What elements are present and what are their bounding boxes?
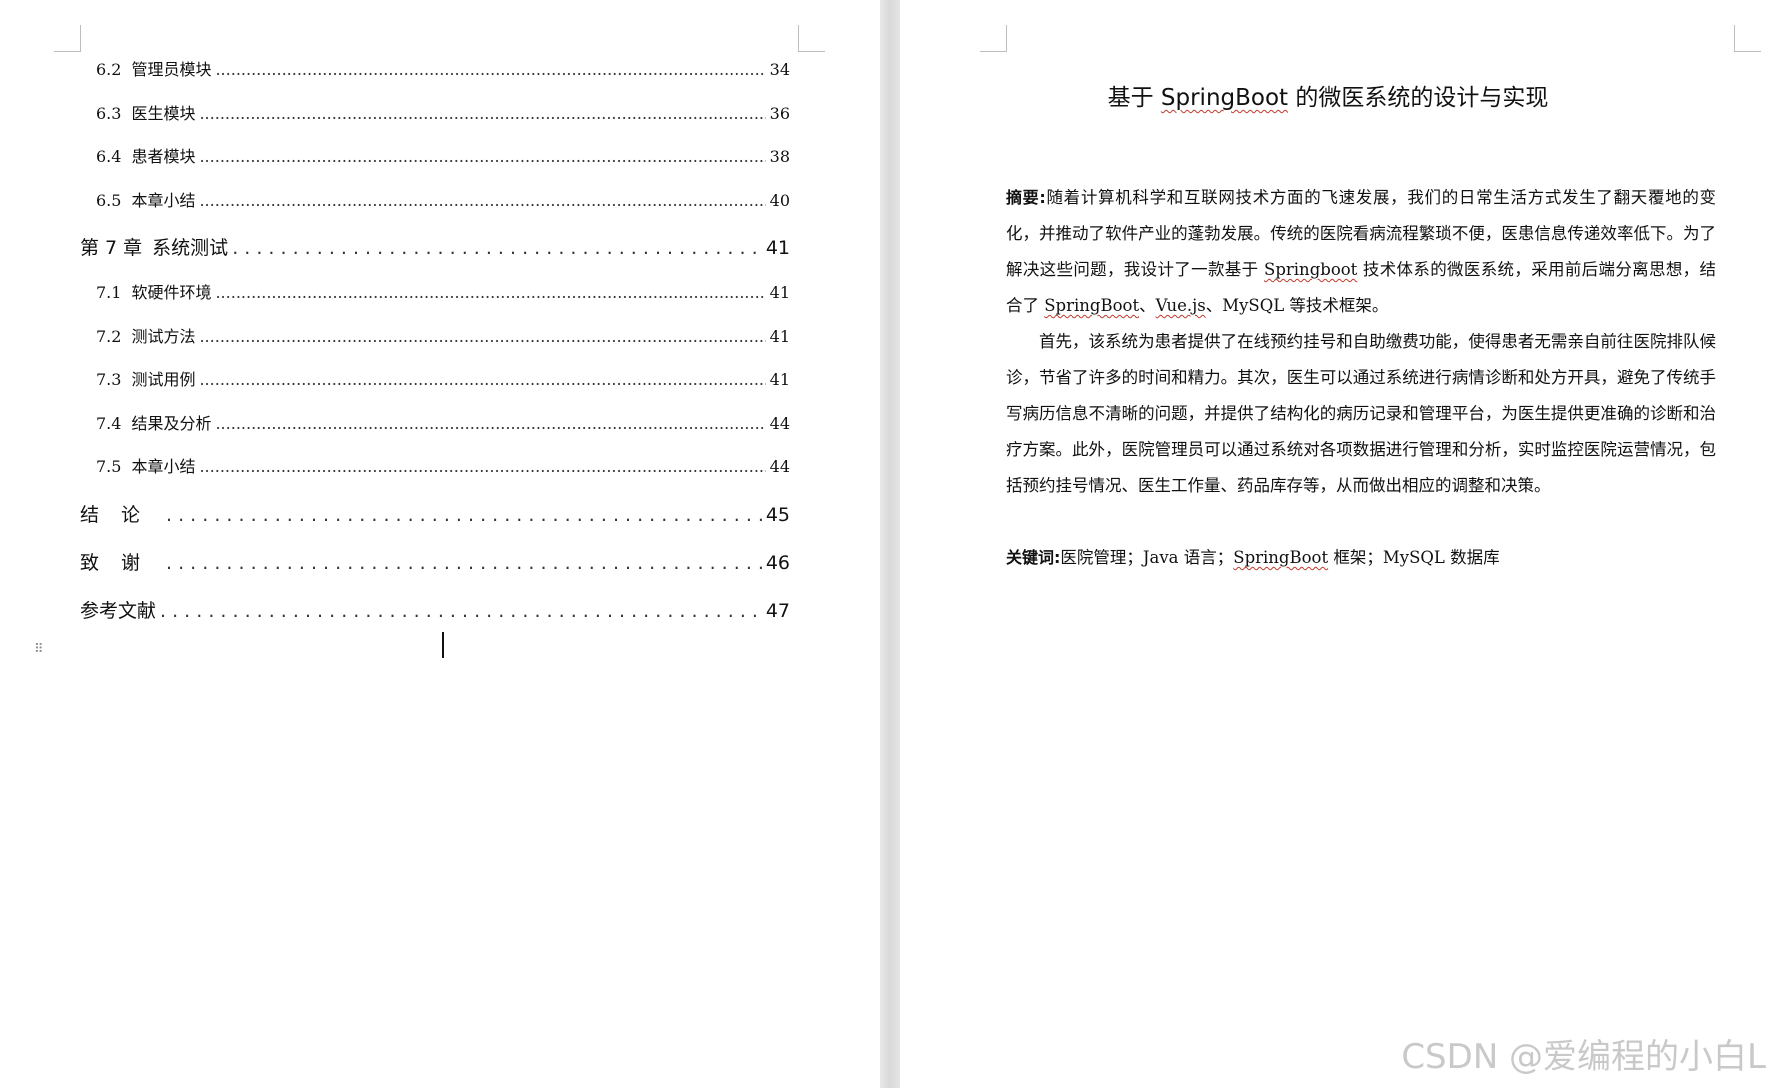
toc-entry-title: 参考文献: [80, 600, 157, 622]
toc-entry-page-number: 44: [769, 414, 790, 433]
toc-entry-page-number: 38: [769, 147, 790, 166]
toc-entry-page-number: 41: [769, 370, 790, 389]
toc-entry-page-number: 41: [769, 327, 790, 346]
toc-entry[interactable]: 6.2 管理员模块 34: [96, 56, 790, 80]
toc-entry[interactable]: 参考文献 47: [80, 596, 790, 623]
toc-entry-title: 医生模块: [131, 104, 196, 123]
watermark: CSDN @爱编程的小白L: [1401, 1037, 1766, 1077]
crop-mark-top-left: [54, 25, 81, 52]
toc-entry-number: 7.1: [96, 283, 122, 302]
toc-entry-number: 6.4: [96, 147, 122, 166]
toc-leader-dots: [199, 104, 765, 123]
toc-leader-dots: [215, 414, 765, 433]
toc-entry[interactable]: 7.3 测试用例 41: [96, 366, 790, 390]
toc-leader-dots: [199, 147, 765, 166]
toc-leader-dots: [199, 191, 765, 210]
toc-entry-page-number: 46: [765, 552, 790, 574]
toc-entry-title: 本章小结: [131, 457, 196, 476]
toc-leader-dots: [199, 457, 765, 476]
toc-entry-title: 测试方法: [131, 327, 196, 346]
toc-entry-title: 管理员模块: [131, 60, 212, 79]
toc-leader-dots: [199, 327, 765, 346]
toc-leader-dots: [166, 552, 762, 574]
abstract-page: 基于 SpringBoot 的微医系统的设计与实现 摘要:随着计算机科学和互联网…: [900, 0, 1778, 1088]
toc-entry-title: 结论: [80, 504, 163, 526]
document-title: 基于 SpringBoot 的微医系统的设计与实现: [1107, 85, 1549, 111]
toc-leader-dots: [215, 283, 765, 302]
toc-entry-page-number: 41: [769, 283, 790, 302]
abstract-paragraph-2[interactable]: 首先，该系统为患者提供了在线预约挂号和自助缴费功能，使得患者无需亲自前往医院排队…: [1006, 324, 1716, 504]
abstract-paragraph-1[interactable]: 摘要:随着计算机科学和互联网技术方面的飞速发展，我们的日常生活方式发生了翻天覆地…: [1006, 180, 1716, 324]
toc-entry-number: 6.3: [96, 104, 122, 123]
toc-entry[interactable]: 7.2 测试方法 41: [96, 323, 790, 347]
toc-entry[interactable]: 6.4 患者模块 38: [96, 143, 790, 167]
toc-leader-dots: [232, 237, 762, 259]
toc-entry-number: 6.5: [96, 191, 122, 210]
toc-entry-title: 本章小结: [131, 191, 196, 210]
abstract-label: 摘要:: [1006, 188, 1046, 207]
crop-mark-top-right: [1734, 25, 1761, 52]
toc-entry-title: 致谢: [80, 552, 163, 574]
toc-entry[interactable]: 6.5 本章小结 40: [96, 187, 790, 211]
toc-entry[interactable]: 结论 45: [80, 500, 790, 527]
toc-entry[interactable]: 致谢 46: [80, 548, 790, 575]
toc-entry-number: 7.4: [96, 414, 122, 433]
toc-entry[interactable]: 第 7 章系统测试 41: [80, 233, 790, 260]
spell-flag-springboot: SpringBoot: [1044, 296, 1140, 315]
toc-entry-page-number: 34: [769, 60, 790, 79]
toc-entry[interactable]: 7.1 软硬件环境 41: [96, 279, 790, 303]
spell-flag-vuejs: Vue.js: [1155, 296, 1206, 315]
toc-entry-title: 软硬件环境: [131, 283, 212, 302]
toc-entry-title: 患者模块: [131, 147, 196, 166]
crop-mark-top-left: [980, 25, 1007, 52]
toc-leader-dots: [160, 600, 762, 622]
title-springboot-word: SpringBoot: [1160, 85, 1289, 111]
toc-entry[interactable]: 7.5 本章小结 44: [96, 453, 790, 477]
toc-entry-page-number: 40: [769, 191, 790, 210]
toc-entry-number: 6.2: [96, 60, 122, 79]
toc-entry-page-number: 41: [765, 237, 790, 259]
keywords-line[interactable]: 关键词:医院管理；Java 语言；SpringBoot 框架；MySQL 数据库: [1006, 540, 1716, 576]
keywords-label: 关键词:: [1006, 548, 1061, 567]
toc-entry-title: 结果及分析: [131, 414, 212, 433]
spell-flag-springboot: Springboot: [1264, 260, 1358, 279]
page-gutter: [880, 0, 900, 1088]
toc-leader-dots: [199, 370, 765, 389]
spell-flag-springboot: SpringBoot: [1233, 548, 1329, 567]
toc-leader-dots: [215, 60, 765, 79]
crop-mark-top-right: [798, 25, 825, 52]
text-cursor: [442, 632, 444, 658]
toc-entry-page-number: 47: [765, 600, 790, 622]
toc-leader-dots: [166, 504, 762, 526]
toc-entry-title: 系统测试: [152, 237, 229, 259]
toc-entry[interactable]: 6.3 医生模块 36: [96, 100, 790, 124]
toc-entry-number: 7.5: [96, 457, 122, 476]
toc-entry-number: 7.2: [96, 327, 122, 346]
toc-entry-number: 第 7 章: [80, 237, 143, 259]
toc-entry-number: 7.3: [96, 370, 122, 389]
toc-entry-page-number: 44: [769, 457, 790, 476]
toc-entry-page-number: 45: [765, 504, 790, 526]
toc-entry-title: 测试用例: [131, 370, 196, 389]
drag-handle-icon[interactable]: ⠿: [34, 642, 43, 657]
toc-entry-page-number: 36: [769, 104, 790, 123]
toc-page: 6.2 管理员模块 34 6.3 医生模块 36 6.4 患者模块 38 6.5 本章小结 40 第 7…: [0, 0, 880, 1088]
toc-entry[interactable]: 7.4 结果及分析 44: [96, 410, 790, 434]
